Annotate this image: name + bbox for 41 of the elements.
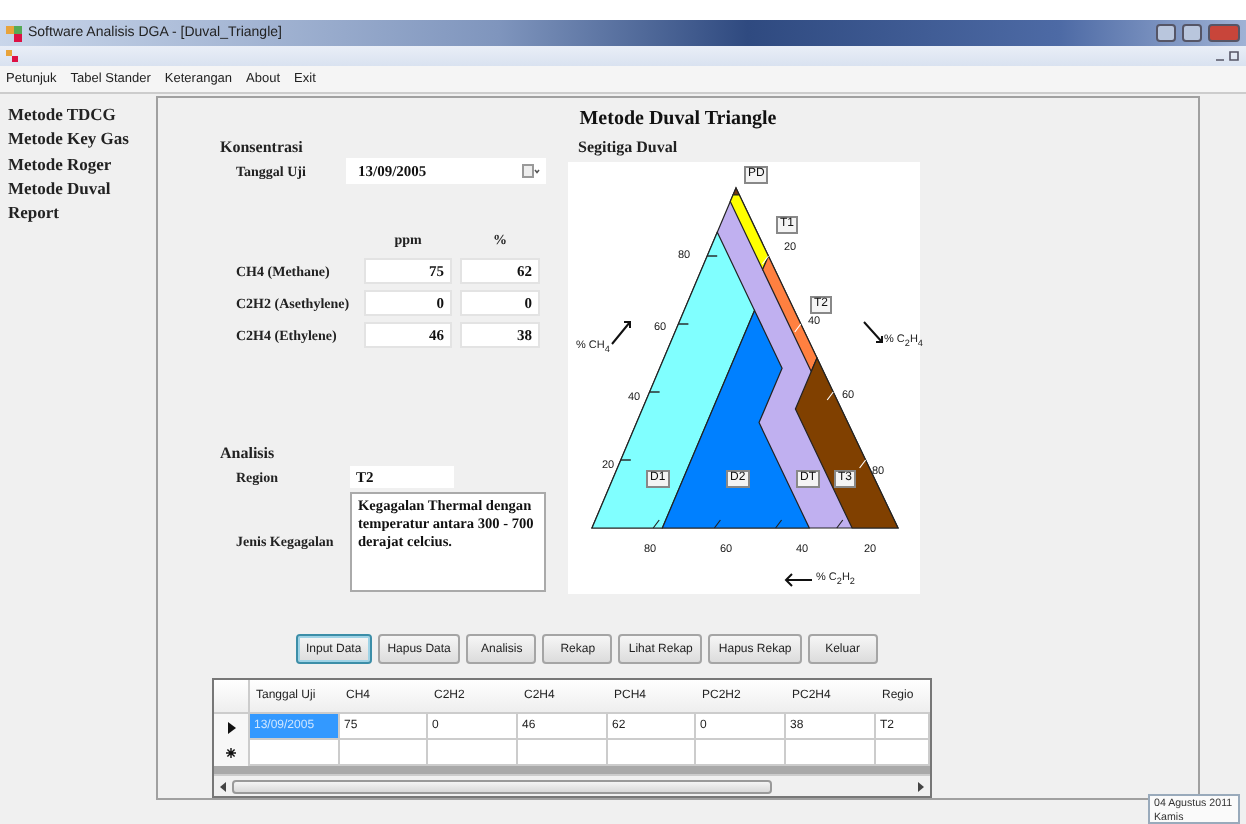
minimize-button[interactable] [1156, 24, 1176, 42]
tick-mark [652, 519, 660, 529]
section-heading: Segitiga Duval [578, 138, 678, 158]
scroll-right-icon[interactable] [918, 781, 924, 791]
sidebar-item[interactable]: Metode TDCG [8, 102, 156, 127]
tick-mark [761, 255, 769, 265]
tick-mark [648, 391, 661, 393]
tick-mark [706, 255, 718, 257]
scroll-left-icon[interactable] [220, 781, 226, 791]
sidebar-item[interactable]: Report [8, 200, 156, 225]
sidebar-item[interactable]: Metode Key Gas [8, 126, 156, 152]
table-cell [876, 740, 930, 767]
table-cell [608, 740, 696, 767]
sidebar-item[interactable]: Metode Duval [8, 175, 156, 201]
arrow-icon [860, 318, 888, 346]
table-cell [786, 740, 876, 767]
tick-mark [794, 323, 802, 333]
app-icon [6, 50, 18, 62]
calendar-dropdown-icon[interactable] [522, 164, 540, 178]
tick-mark [836, 519, 844, 529]
tick-mark [826, 391, 834, 401]
arrow-icon [608, 318, 636, 346]
window-controls-icon[interactable] [1216, 50, 1240, 62]
section-heading: Analisis [220, 444, 275, 464]
horizontal-scrollbar[interactable] [214, 774, 930, 796]
sidebar-item[interactable]: Metode Roger [8, 151, 156, 176]
table-cell [696, 740, 786, 767]
section-heading: Konsentrasi [220, 138, 303, 158]
tick-mark [713, 519, 721, 529]
table-cell [428, 740, 518, 767]
table-cell [340, 740, 428, 767]
current-row-icon [227, 721, 235, 734]
app-icon [6, 25, 22, 41]
tick-mark [620, 459, 632, 461]
tick-mark [775, 519, 783, 529]
table-cell [518, 740, 608, 767]
tick-mark [859, 459, 867, 469]
maximize-button[interactable] [1182, 24, 1202, 42]
form-title: Metode Duval Triangle [577, 106, 779, 134]
tick-mark [677, 323, 690, 325]
new-row-icon [226, 748, 236, 759]
